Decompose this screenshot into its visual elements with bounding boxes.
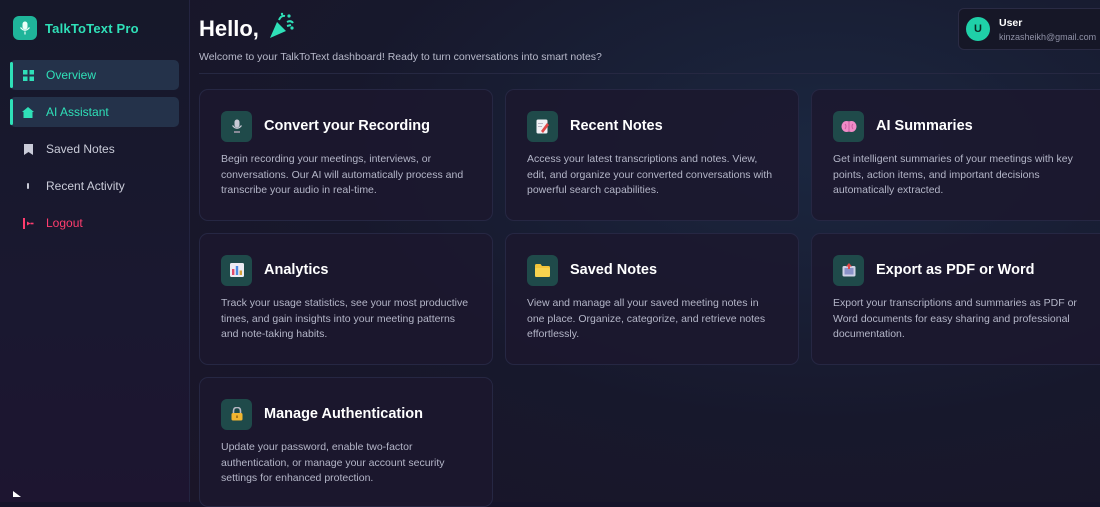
- card-title: Analytics: [264, 262, 329, 278]
- microphone-icon: [221, 110, 252, 142]
- greeting-row: Hello,: [199, 12, 295, 45]
- grid-icon: [22, 69, 34, 81]
- brand-name: TalkToText Pro: [45, 20, 139, 36]
- card-analytics[interactable]: Analytics Track your usage statistics, s…: [199, 233, 493, 365]
- card-description: Update your password, enable two-factor …: [221, 441, 445, 484]
- card-description: Track your usage statistics, see your mo…: [221, 297, 469, 340]
- sidebar-item-overview[interactable]: Overview: [10, 60, 179, 90]
- header-divider: [199, 73, 1100, 74]
- user-profile-card[interactable]: U User kinzasheikh@gmail.com: [958, 8, 1100, 50]
- folder-icon: [527, 254, 558, 286]
- card-title: Export as PDF or Word: [876, 262, 1035, 278]
- card-description: View and manage all your saved meeting n…: [527, 297, 766, 340]
- sidebar-item-logout[interactable]: Logout: [10, 208, 179, 238]
- card-saved-notes[interactable]: Saved Notes View and manage all your sav…: [505, 233, 799, 365]
- avatar: U: [966, 17, 990, 41]
- card-export-pdf-word[interactable]: Export as PDF or Word Export your transc…: [811, 233, 1100, 365]
- card-description: Access your latest transcriptions and no…: [527, 153, 773, 196]
- user-name: User: [999, 16, 1023, 29]
- card-manage-authentication[interactable]: Manage Authentication Update your passwo…: [199, 377, 493, 507]
- card-description: Get intelligent summaries of your meetin…: [833, 153, 1073, 196]
- card-title: Manage Authentication: [264, 406, 423, 422]
- card-recent-notes[interactable]: Recent Notes Access your latest transcri…: [505, 89, 799, 221]
- card-description: Export your transcriptions and summaries…: [833, 297, 1077, 340]
- home-icon: [22, 106, 34, 118]
- app-window: TalkToText Pro Overview AI Assistant Sav…: [0, 0, 1100, 507]
- user-email: kinzasheikh@gmail.com: [999, 31, 1097, 42]
- clock-icon: [22, 180, 34, 192]
- main-content: Hello, Welcome to your TalkToText dashbo…: [190, 0, 1100, 507]
- video-controls-bar: [0, 491, 1100, 502]
- card-title: Saved Notes: [570, 262, 658, 278]
- welcome-subtitle: Welcome to your TalkToText dashboard! Re…: [199, 51, 602, 63]
- export-document-icon: [833, 254, 864, 286]
- sidebar: TalkToText Pro Overview AI Assistant Sav…: [0, 0, 190, 502]
- sidebar-item-label: AI Assistant: [46, 105, 109, 119]
- brand[interactable]: TalkToText Pro: [13, 14, 179, 42]
- logout-icon: [22, 217, 34, 229]
- brain-icon: [833, 110, 864, 142]
- card-ai-summaries[interactable]: AI Summaries Get intelligent summaries o…: [811, 89, 1100, 221]
- sidebar-nav: Overview AI Assistant Saved Notes Recent…: [10, 60, 179, 238]
- sidebar-item-label: Saved Notes: [46, 142, 115, 156]
- bookmark-icon: [22, 143, 34, 155]
- sidebar-item-label: Logout: [46, 216, 83, 230]
- user-info: User kinzasheikh@gmail.com: [999, 17, 1096, 42]
- memo-icon: [527, 110, 558, 142]
- card-description: Begin recording your meetings, interview…: [221, 153, 464, 196]
- sidebar-item-label: Recent Activity: [46, 179, 125, 193]
- sidebar-item-ai-assistant[interactable]: AI Assistant: [10, 97, 179, 127]
- card-title: Recent Notes: [570, 118, 663, 134]
- celebration-icon: [267, 12, 295, 45]
- microphone-icon: [13, 16, 37, 40]
- card-title: AI Summaries: [876, 118, 973, 134]
- sidebar-item-recent-activity[interactable]: Recent Activity: [10, 171, 179, 201]
- page-title: Hello,: [199, 15, 259, 41]
- card-convert-recording[interactable]: Convert your Recording Begin recording y…: [199, 89, 493, 221]
- sidebar-item-label: Overview: [46, 68, 97, 82]
- play-icon[interactable]: [13, 484, 21, 502]
- lock-icon: [221, 398, 252, 430]
- card-title: Convert your Recording: [264, 118, 430, 134]
- sidebar-item-saved-notes[interactable]: Saved Notes: [10, 134, 179, 164]
- bar-chart-icon: [221, 254, 252, 286]
